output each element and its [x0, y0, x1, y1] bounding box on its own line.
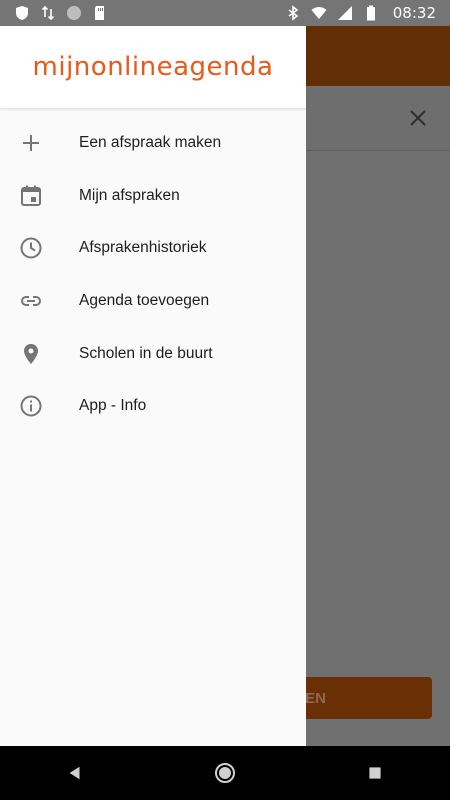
calendar-icon [19, 184, 43, 208]
home-icon[interactable] [205, 753, 245, 793]
wifi-icon [311, 5, 327, 21]
close-icon[interactable] [408, 108, 428, 128]
background-button-label: EN [305, 689, 326, 707]
menu-item-my-appointments[interactable]: Mijn afspraken [0, 170, 306, 223]
circle-icon [66, 5, 82, 21]
link-icon [19, 289, 43, 313]
drawer-header: mijnonlineagenda [0, 26, 306, 109]
menu-item-appointment-history[interactable]: Afsprakenhistoriek [0, 222, 306, 275]
drawer-menu: Een afspraak maken Mijn afspraken Afspra… [0, 109, 306, 433]
bluetooth-icon [285, 5, 301, 21]
status-bar: 08:32 [0, 0, 450, 26]
plus-icon [19, 131, 43, 155]
menu-item-label: Scholen in de buurt [79, 344, 213, 362]
battery-icon [363, 5, 379, 21]
sd-card-icon [92, 5, 108, 21]
data-arrows-icon [40, 5, 56, 21]
menu-item-new-appointment[interactable]: Een afspraak maken [0, 117, 306, 170]
info-icon [19, 394, 43, 418]
menu-item-add-agenda[interactable]: Agenda toevoegen [0, 275, 306, 328]
shield-icon [14, 5, 30, 21]
menu-item-label: Afsprakenhistoriek [79, 239, 207, 257]
clock-icon [19, 236, 43, 260]
signal-icon [337, 5, 353, 21]
menu-item-nearby-schools[interactable]: Scholen in de buurt [0, 327, 306, 380]
menu-item-app-info[interactable]: App - Info [0, 380, 306, 433]
menu-item-label: Mijn afspraken [79, 186, 180, 204]
menu-item-label: Een afspraak maken [79, 134, 222, 152]
menu-item-label: Agenda toevoegen [79, 292, 210, 310]
navigation-drawer: mijnonlineagenda Een afspraak maken Mijn… [0, 26, 306, 746]
back-icon[interactable] [55, 753, 95, 793]
clock-time: 08:32 [392, 4, 436, 22]
menu-item-label: App - Info [79, 397, 147, 415]
brand-logo: mijnonlineagenda [32, 52, 274, 82]
system-navigation-bar [0, 746, 450, 800]
recents-icon[interactable] [355, 753, 395, 793]
location-pin-icon [19, 342, 43, 366]
